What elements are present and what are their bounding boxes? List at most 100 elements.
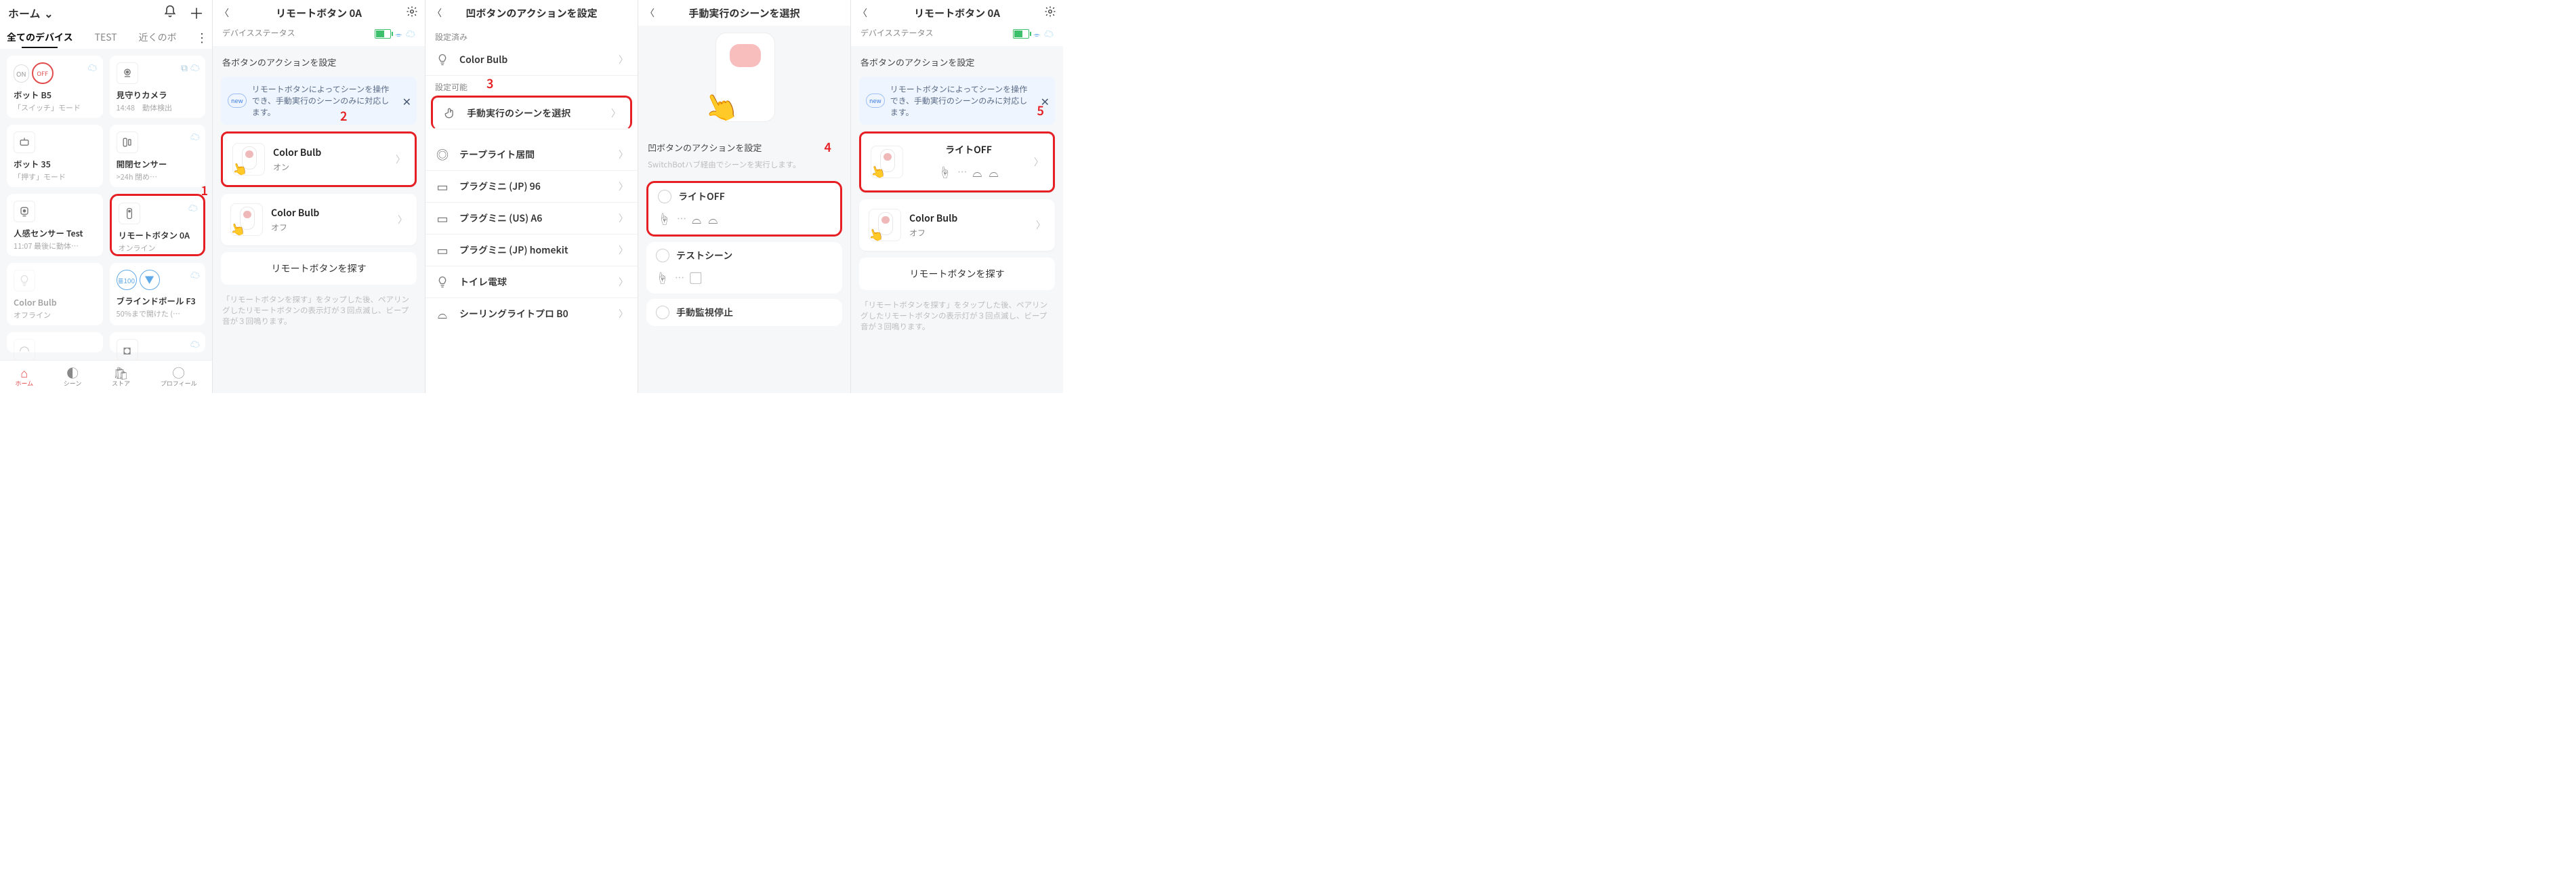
nav-home[interactable]: ⌂ ホーム: [15, 366, 33, 388]
close-icon[interactable]: ✕: [402, 93, 411, 109]
off-pill[interactable]: OFF: [32, 62, 54, 84]
device-status-label: デバイスステータス: [860, 27, 934, 41]
tile-name: Color Bulb: [14, 295, 96, 308]
concave-button-card[interactable]: Color Bulb オン 〉: [221, 131, 417, 187]
convex-action-name: Color Bulb: [271, 206, 319, 220]
more-dots-icon[interactable]: ⋮: [196, 31, 208, 43]
device-tile-remote-button[interactable]: ☁ リモートボタン 0A オンライン: [110, 194, 206, 256]
device-tile-blind-pole[interactable]: ☁ ≣100 ▼ ブラインドポール F3 50%まで開けた (…: [110, 263, 206, 325]
device-tile-bot-35[interactable]: ボット 35 「押す」モード: [7, 125, 103, 187]
remote-convex-thumb-icon: [230, 203, 263, 236]
page-title: リモートボタン 0A: [232, 6, 406, 20]
concave-button-card[interactable]: ライトOFF ☝ ⋯ ⌓ ⌓ 〉: [859, 131, 1055, 192]
select-manual-scene-row[interactable]: 手動実行のシーンを選択 〉: [431, 96, 632, 129]
hub-icon: ◠: [14, 339, 35, 361]
battery-icon: [1013, 29, 1029, 39]
bot-icon: [14, 131, 35, 153]
add-button[interactable]: ＋: [189, 2, 204, 24]
link-icon: ⋯: [677, 212, 685, 226]
row-label: シーリングライトプロ B0: [459, 307, 568, 321]
device-tile-extra-1[interactable]: ◠: [7, 332, 103, 352]
home-dropdown[interactable]: ホーム ⌄: [8, 5, 54, 21]
blind-down-icon[interactable]: ▼: [140, 270, 160, 290]
chevron-down-icon: ⌄: [44, 5, 53, 21]
radio-icon[interactable]: [658, 190, 671, 203]
device-row-plug-usa6[interactable]: ▭ プラグミニ (US) A6 〉: [425, 203, 638, 234]
section-title: 凹ボタンのアクションを設定: [638, 131, 850, 158]
chevron-right-icon: 〉: [619, 275, 628, 289]
tile-name: 人感センサー Test: [14, 226, 96, 239]
chevron-right-icon: 〉: [398, 213, 407, 226]
tile-name: ブラインドポール F3: [117, 294, 199, 307]
scene-light-off[interactable]: ライトOFF ☝ ⋯ ⌓ ⌓: [646, 181, 842, 237]
radio-icon[interactable]: [656, 306, 669, 319]
tile-sub: オンライン: [119, 243, 197, 253]
back-button[interactable]: 〈: [220, 6, 232, 20]
device-tile-color-bulb[interactable]: Color Bulb オフライン: [7, 263, 103, 325]
ceiling-light-icon: ⌓: [435, 306, 450, 321]
scene-icon: ◐: [66, 366, 79, 381]
device-row-plug-jp96[interactable]: ▭ プラグミニ (JP) 96 〉: [425, 171, 638, 203]
row-label: プラグミニ (JP) 96: [459, 180, 541, 193]
plug-icon: ◘: [117, 339, 138, 361]
device-row-toilet-bulb[interactable]: トイレ電球 〉: [425, 266, 638, 298]
gear-icon[interactable]: [1044, 5, 1056, 21]
scene-name: 手動監視停止: [676, 306, 733, 319]
find-remote-button[interactable]: リモートボタンを探す: [221, 252, 417, 285]
device-tile-extra-2[interactable]: ☁ ◘: [110, 332, 206, 352]
step-num-5: 5: [1037, 102, 1044, 119]
chevron-right-icon: 〉: [619, 243, 628, 257]
back-button[interactable]: 〈: [432, 6, 444, 20]
cloud-icon: ☁: [188, 201, 198, 215]
device-tile-contact-sensor[interactable]: ☁ 開閉センサー >24h 閉め… 1: [110, 125, 206, 187]
device-row-ceiling-light[interactable]: ⌓ シーリングライトプロ B0 〉: [425, 298, 638, 329]
tile-sub: 50%まで開けた (…: [117, 308, 199, 319]
configured-device-row[interactable]: Color Bulb 〉: [425, 44, 638, 76]
back-button[interactable]: 〈: [858, 6, 870, 20]
tab-all-devices[interactable]: 全てのデバイス: [4, 29, 76, 45]
convex-button-card[interactable]: Color Bulb オフ 〉: [221, 194, 417, 245]
nav-profile[interactable]: ◯ プロフィール: [161, 366, 197, 388]
tile-name: 開閉センサー: [117, 157, 199, 170]
camera-icon: [117, 62, 138, 84]
on-pill[interactable]: ON: [14, 64, 29, 83]
back-button[interactable]: 〈: [645, 6, 657, 20]
plug-icon: ▭: [435, 179, 450, 194]
remote-concave-thumb-icon: [871, 146, 903, 178]
profile-icon: ◯: [173, 366, 185, 381]
device-tile-bot-b5[interactable]: ☁ ON OFF ボット B5 「スイッチ」モード: [7, 56, 103, 118]
cloud-icon: ☁: [1044, 27, 1054, 41]
device-row-plug-homekit[interactable]: ▭ プラグミニ (JP) homekit 〉: [425, 234, 638, 266]
device-row-tapelight[interactable]: ◎ テープライト居間 〉: [425, 139, 638, 171]
bell-icon[interactable]: [163, 5, 177, 22]
bulb-icon: [435, 274, 450, 289]
step-num-4: 4: [825, 138, 831, 156]
gear-icon[interactable]: [406, 5, 418, 21]
scene-test[interactable]: テストシーン ☝ ⋯ ▢: [646, 242, 842, 293]
new-badge-icon: new: [866, 94, 885, 108]
row-label: プラグミニ (JP) homekit: [459, 243, 568, 257]
scene-manual-watch-stop[interactable]: 手動監視停止: [646, 299, 842, 326]
chevron-right-icon: 〉: [619, 148, 628, 161]
radio-icon[interactable]: [656, 249, 669, 262]
section-set-already: 設定済み: [425, 26, 638, 44]
home-icon: ⌂: [20, 366, 28, 381]
device-tile-motion-sensor[interactable]: 人感センサー Test 11:07 最後に動体…: [7, 194, 103, 256]
scene-name: テストシーン: [676, 249, 732, 262]
chevron-right-icon: 〉: [611, 106, 621, 120]
chevron-right-icon: 〉: [1036, 218, 1045, 232]
tab-test[interactable]: TEST: [92, 29, 120, 45]
chevron-right-icon: 〉: [1034, 155, 1043, 169]
row-label: トイレ電球: [459, 275, 507, 289]
device-tile-camera[interactable]: ⧉ ☁ 見守りカメラ 14:48 動体検出: [110, 56, 206, 118]
chevron-right-icon: 〉: [396, 152, 405, 166]
nav-store[interactable]: 🛍 ストア: [112, 366, 130, 388]
nav-scene[interactable]: ◐ シーン: [64, 366, 82, 388]
find-remote-button[interactable]: リモートボタンを探す: [859, 258, 1055, 290]
convex-button-card[interactable]: Color Bulb オフ 〉: [859, 199, 1055, 251]
tab-nearby[interactable]: 近くのボ: [136, 29, 180, 45]
tile-sub: >24h 閉め…: [117, 171, 199, 182]
remote-button-icon: [119, 203, 140, 224]
blind-icon[interactable]: ≣100: [117, 270, 137, 290]
new-badge-icon: new: [228, 94, 247, 108]
